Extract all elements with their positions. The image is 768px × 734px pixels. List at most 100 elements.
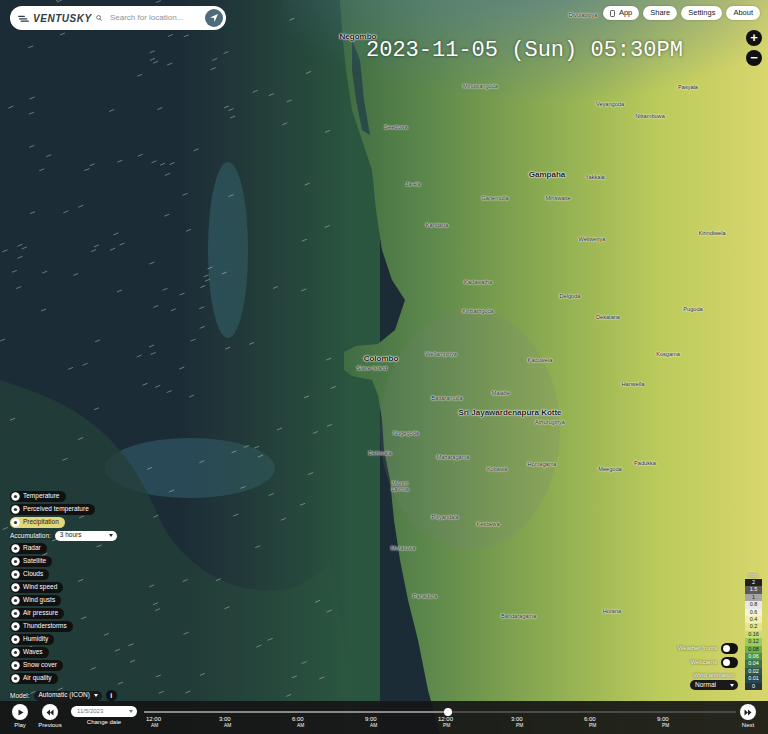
place-label[interactable]: Kaduwela xyxy=(528,358,553,364)
layer-label[interactable]: Humidity xyxy=(23,636,48,643)
option-value[interactable]: Normal xyxy=(695,682,716,689)
place-label[interactable]: Kiribathgoda xyxy=(462,309,493,315)
menu-button[interactable]: Settings xyxy=(681,6,722,20)
menu-button-label[interactable]: Share xyxy=(650,9,670,17)
place-label[interactable]: Bandaragama xyxy=(501,614,535,620)
option-toggle[interactable] xyxy=(721,657,738,668)
menu-button[interactable]: App xyxy=(603,6,639,20)
place-label[interactable]: Mount Lavinia xyxy=(383,481,417,493)
place-label[interactable]: Battaramulla xyxy=(431,396,462,402)
time-track[interactable] xyxy=(144,711,736,713)
layer-label[interactable]: Air pressure xyxy=(23,610,58,617)
place-label[interactable]: Gampaha xyxy=(529,171,565,179)
time-tick[interactable]: 12:00AM xyxy=(144,716,217,728)
layer-label[interactable]: Satellite xyxy=(23,558,46,565)
place-label[interactable]: Panadura xyxy=(413,594,437,600)
layer-label[interactable]: Radar xyxy=(23,545,41,552)
place-label[interactable]: Seeduwa xyxy=(384,125,407,131)
place-label[interactable]: Pasyala xyxy=(678,85,698,91)
layer-label[interactable]: Precipitation xyxy=(23,519,59,526)
date-picker[interactable]: 11/5/2023 xyxy=(71,706,137,717)
locate-button[interactable] xyxy=(205,9,223,27)
place-label[interactable]: Malabe xyxy=(492,391,510,397)
place-label[interactable]: Sri Jayawardenapura Kotte xyxy=(458,409,561,417)
time-tick[interactable]: 6:00PM xyxy=(582,716,655,728)
place-label[interactable]: Pugoda xyxy=(683,307,702,313)
place-label[interactable]: Hanwella xyxy=(621,382,644,388)
layer-label[interactable]: Wind speed xyxy=(23,584,57,591)
place-label[interactable]: Weliweriya xyxy=(579,237,606,243)
search-input[interactable] xyxy=(106,12,201,24)
layer-item[interactable]: Humidity xyxy=(10,634,54,645)
layer-item[interactable]: Clouds xyxy=(10,569,49,580)
layer-label[interactable]: Temperature xyxy=(23,493,60,500)
play-button[interactable] xyxy=(12,704,28,720)
logo[interactable]: VENTUSKY xyxy=(33,11,91,26)
place-label[interactable]: Horana xyxy=(603,609,621,615)
place-label[interactable]: Ja-ela xyxy=(405,182,420,188)
menu-button[interactable]: About xyxy=(726,6,760,20)
time-tick[interactable]: 3:00AM xyxy=(217,716,290,728)
place-label[interactable]: Dehiwala xyxy=(368,451,391,457)
layer-item[interactable]: Snow cover xyxy=(10,660,63,671)
place-label[interactable]: Ganemulla xyxy=(481,196,508,202)
accumulation-value[interactable]: 3 hours xyxy=(60,532,82,539)
layer-item[interactable]: Wind speed xyxy=(10,582,63,593)
place-label[interactable]: Slave Island xyxy=(357,366,387,372)
layer-item[interactable]: Satellite xyxy=(10,556,52,567)
place-label[interactable]: Kirindiwela xyxy=(698,231,725,237)
menu-button-label[interactable]: App xyxy=(619,9,632,17)
layer-item[interactable]: Thunderstorms xyxy=(10,621,73,632)
layer-item[interactable]: Temperature xyxy=(10,491,66,502)
place-label[interactable]: Kadawatha xyxy=(464,280,492,286)
place-label[interactable]: Kosgama xyxy=(656,352,680,358)
time-tick[interactable]: 6:00AM xyxy=(290,716,363,728)
menu-button-label[interactable]: About xyxy=(733,9,753,17)
place-label[interactable]: Miriswatte xyxy=(545,196,570,202)
layer-item[interactable]: Air pressure xyxy=(10,608,64,619)
layer-label[interactable]: Snow cover xyxy=(23,662,57,669)
place-label[interactable]: Meegoda xyxy=(598,467,621,473)
place-label[interactable]: Minuwangoda xyxy=(463,84,497,90)
place-label[interactable]: Wellampitiya xyxy=(425,352,457,358)
place-label[interactable]: Yakkala xyxy=(585,175,605,181)
place-label[interactable]: Moratuwa xyxy=(391,546,416,552)
model-value[interactable]: Automatic (ICON) xyxy=(39,692,90,699)
accumulation-select[interactable]: 3 hours xyxy=(55,531,117,541)
layer-label[interactable]: Perceived temperature xyxy=(23,506,89,513)
time-knob[interactable] xyxy=(444,708,452,716)
time-tick[interactable]: 3:00PM xyxy=(509,716,582,728)
place-label[interactable]: Homagama xyxy=(528,462,557,468)
time-tick[interactable]: 9:00PM xyxy=(655,716,728,728)
place-label[interactable]: Maharagama xyxy=(437,455,470,461)
previous-button[interactable] xyxy=(42,704,58,720)
place-label[interactable]: Dekatana xyxy=(596,315,620,321)
layer-item[interactable]: Waves xyxy=(10,647,49,658)
layer-item[interactable]: Air quality xyxy=(10,673,58,684)
layer-label[interactable]: Thunderstorms xyxy=(23,623,67,630)
place-label[interactable]: Colombo xyxy=(364,355,399,363)
layer-label[interactable]: Air quality xyxy=(23,675,52,682)
place-label[interactable]: Piliyandala xyxy=(431,515,458,521)
place-label[interactable]: Kottawa xyxy=(487,467,507,473)
place-label[interactable]: Divulapitiya xyxy=(569,13,598,19)
place-label[interactable]: Nugegoda xyxy=(393,431,419,437)
layer-item[interactable]: Precipitation xyxy=(10,517,65,528)
place-label[interactable]: Delgoda xyxy=(560,294,581,300)
place-label[interactable]: Nittambuwa xyxy=(635,114,665,120)
time-tick[interactable]: 9:00AM xyxy=(363,716,436,728)
menu-button[interactable]: Share xyxy=(643,6,677,20)
place-label[interactable]: Padukka xyxy=(634,461,656,467)
layer-item[interactable]: Radar xyxy=(10,543,47,554)
weather-map[interactable]: DivulapitiyaNegomboMinuwangodaSeeduwaVey… xyxy=(0,0,768,734)
layer-label[interactable]: Clouds xyxy=(23,571,43,578)
layer-label[interactable]: Wind gusts xyxy=(23,597,55,604)
place-label[interactable]: Athurugiriya xyxy=(535,420,565,426)
layer-label[interactable]: Waves xyxy=(23,649,43,656)
option-toggle[interactable] xyxy=(721,643,738,654)
option-select[interactable]: Normal xyxy=(690,680,738,690)
layer-item[interactable]: Wind gusts xyxy=(10,595,61,606)
menu-button-label[interactable]: Settings xyxy=(688,9,715,17)
layer-item[interactable]: Perceived temperature xyxy=(10,504,95,515)
zoom-out-button[interactable]: − xyxy=(746,50,762,66)
